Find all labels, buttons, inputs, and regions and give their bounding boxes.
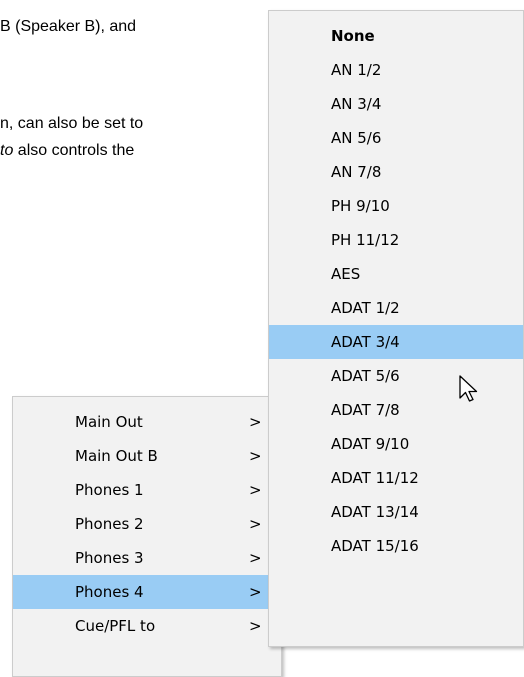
submenu-item-label: ADAT 5/6 xyxy=(331,367,400,385)
submenu-item-adat-13-14[interactable]: ADAT 13/14 xyxy=(269,495,523,529)
submenu-item-adat-5-6[interactable]: ADAT 5/6 xyxy=(269,359,523,393)
chevron-right-icon: > xyxy=(249,413,262,431)
menu-item-label: Main Out B xyxy=(75,447,158,465)
chevron-right-icon: > xyxy=(249,481,262,499)
submenu-item-adat-9-10[interactable]: ADAT 9/10 xyxy=(269,427,523,461)
document-text-line-2: n, can also be set to xyxy=(0,115,144,132)
submenu-item-ph-11-12[interactable]: PH 11/12 xyxy=(269,223,523,257)
submenu-item-label: ADAT 13/14 xyxy=(331,503,419,521)
submenu-item-adat-7-8[interactable]: ADAT 7/8 xyxy=(269,393,523,427)
chevron-right-icon: > xyxy=(249,515,262,533)
submenu-item-label: AN 3/4 xyxy=(331,95,382,113)
menu-item-label: Phones 4 xyxy=(75,583,144,601)
submenu-item-adat-1-2[interactable]: ADAT 1/2 xyxy=(269,291,523,325)
submenu-item-adat-15-16[interactable]: ADAT 15/16 xyxy=(269,529,523,563)
submenu-item-label: AN 5/6 xyxy=(331,129,382,147)
chevron-right-icon: > xyxy=(249,549,262,567)
submenu-item-an-7-8[interactable]: AN 7/8 xyxy=(269,155,523,189)
menu-item-label: Phones 3 xyxy=(75,549,144,567)
submenu-item-ph-9-10[interactable]: PH 9/10 xyxy=(269,189,523,223)
submenu-item-an-3-4[interactable]: AN 3/4 xyxy=(269,87,523,121)
submenu-item-none[interactable]: None xyxy=(269,19,523,53)
menu-item-label: Phones 1 xyxy=(75,481,144,499)
menu-item-label: Main Out xyxy=(75,413,143,431)
submenu-item-label: ADAT 7/8 xyxy=(331,401,400,419)
submenu-item-an-1-2[interactable]: AN 1/2 xyxy=(269,53,523,87)
submenu-item-an-5-6[interactable]: AN 5/6 xyxy=(269,121,523,155)
submenu-item-label: None xyxy=(331,27,375,45)
menu-item-cue-pfl-to[interactable]: Cue/PFL to > xyxy=(13,609,281,643)
submenu: None AN 1/2 AN 3/4 AN 5/6 AN 7/8 PH 9/10… xyxy=(268,10,524,647)
submenu-item-label: ADAT 1/2 xyxy=(331,299,400,317)
submenu-item-label: AN 7/8 xyxy=(331,163,382,181)
context-menu: Main Out > Main Out B > Phones 1 > Phone… xyxy=(12,396,282,677)
document-text-rest: also controls the xyxy=(13,142,135,159)
submenu-item-label: ADAT 3/4 xyxy=(331,333,400,351)
mouse-pointer-icon xyxy=(459,375,478,402)
menu-item-main-out[interactable]: Main Out > xyxy=(13,405,281,439)
chevron-right-icon: > xyxy=(249,583,262,601)
menu-item-phones-4[interactable]: Phones 4 > xyxy=(13,575,281,609)
menu-item-phones-3[interactable]: Phones 3 > xyxy=(13,541,281,575)
submenu-item-label: AES xyxy=(331,265,361,283)
menu-item-label: Cue/PFL to xyxy=(75,617,156,635)
menu-item-phones-2[interactable]: Phones 2 > xyxy=(13,507,281,541)
submenu-item-label: ADAT 11/12 xyxy=(331,469,419,487)
chevron-right-icon: > xyxy=(249,447,262,465)
document-text-line-3: to also controls the xyxy=(0,142,134,160)
document-text-line-1: B (Speaker B), and xyxy=(0,18,137,35)
submenu-item-label: AN 1/2 xyxy=(331,61,382,79)
menu-item-main-out-b[interactable]: Main Out B > xyxy=(13,439,281,473)
menu-item-label: Phones 2 xyxy=(75,515,144,533)
submenu-item-label: ADAT 9/10 xyxy=(331,435,410,453)
submenu-item-adat-11-12[interactable]: ADAT 11/12 xyxy=(269,461,523,495)
submenu-item-label: PH 11/12 xyxy=(331,231,400,249)
submenu-item-label: ADAT 15/16 xyxy=(331,537,419,555)
chevron-right-icon: > xyxy=(249,617,262,635)
document-text-italic: to xyxy=(0,142,14,159)
submenu-item-aes[interactable]: AES xyxy=(269,257,523,291)
submenu-item-adat-3-4[interactable]: ADAT 3/4 xyxy=(269,325,523,359)
menu-item-phones-1[interactable]: Phones 1 > xyxy=(13,473,281,507)
submenu-item-label: PH 9/10 xyxy=(331,197,390,215)
